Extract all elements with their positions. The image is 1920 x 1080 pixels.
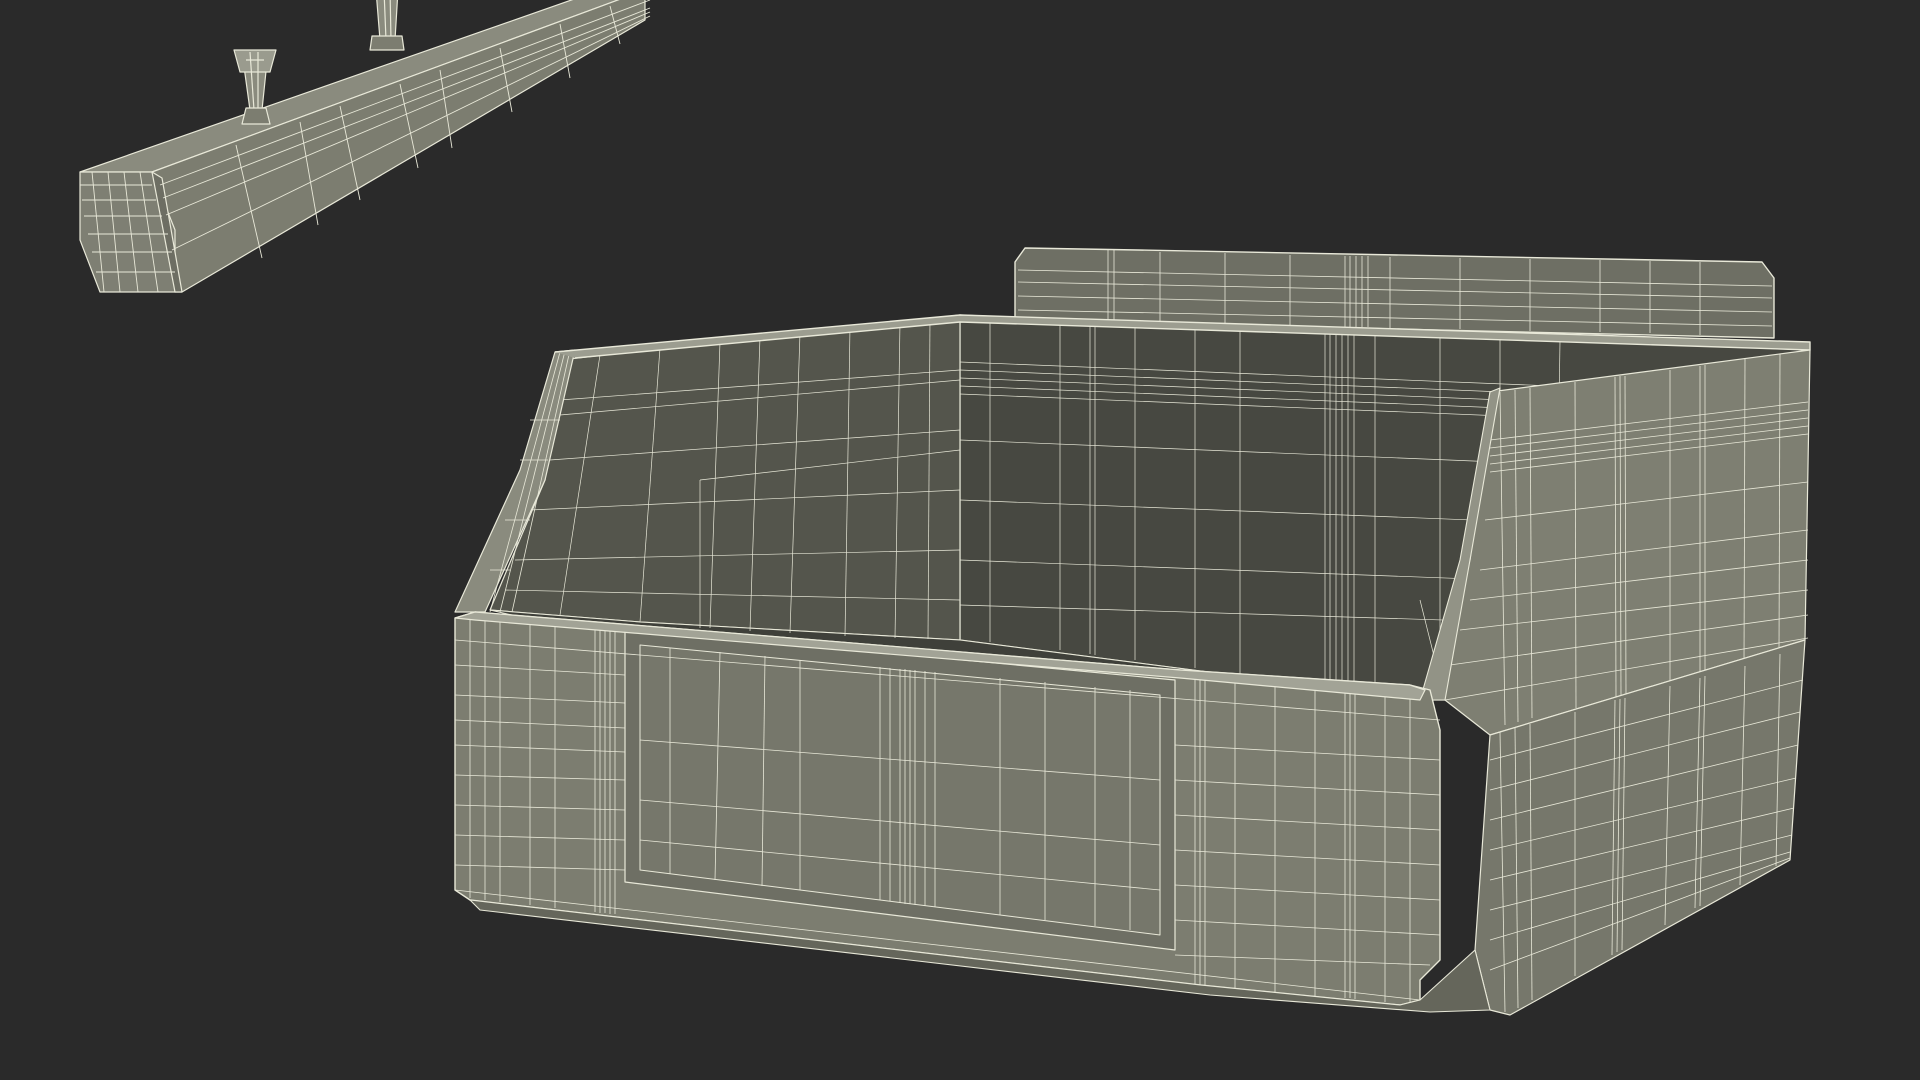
- storage-bin: [454, 247, 1811, 1016]
- scene-svg: [0, 0, 1920, 1080]
- viewport-3d-wireframe-render: [0, 0, 1920, 1080]
